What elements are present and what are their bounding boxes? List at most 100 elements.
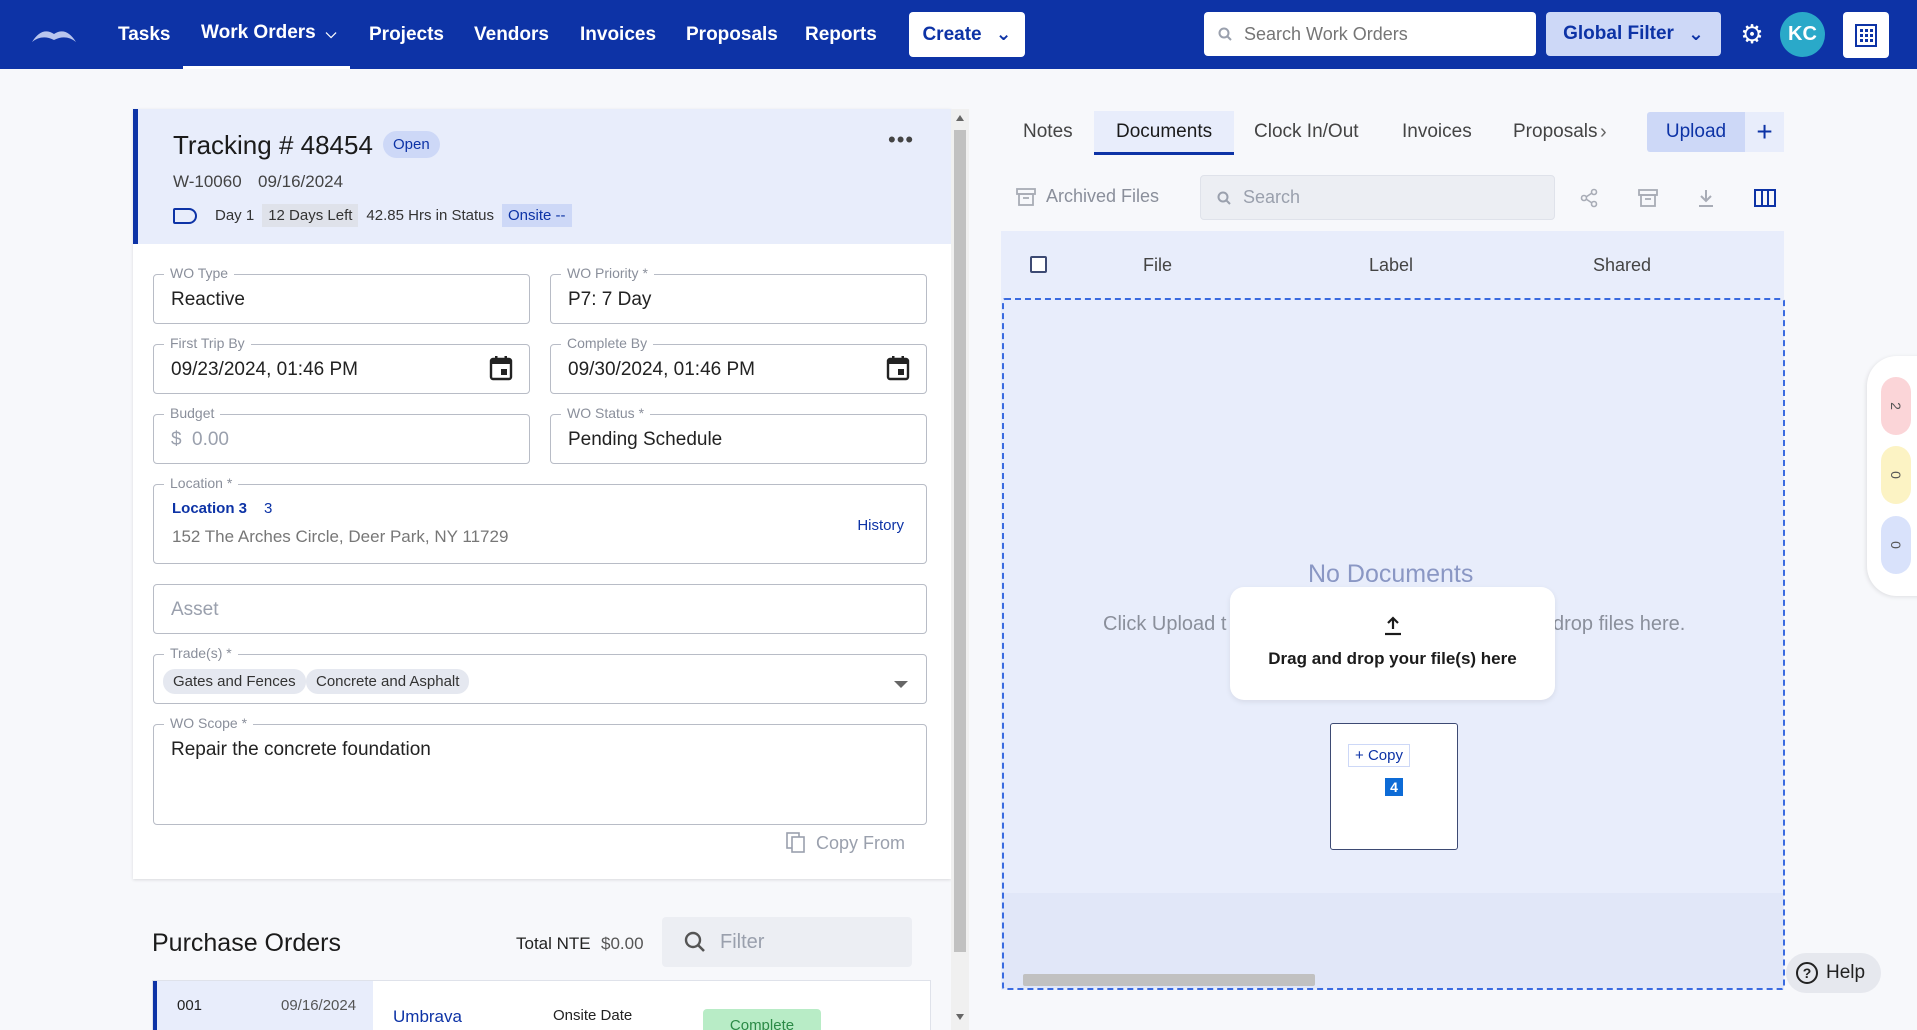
blue-counter-value: 0 — [1887, 541, 1904, 549]
nav-tasks[interactable]: Tasks — [118, 0, 170, 69]
upload-icon — [1385, 616, 1401, 636]
po-filter[interactable]: Filter — [662, 917, 912, 967]
trade-chip[interactable]: Gates and Fences — [163, 669, 306, 694]
nav-proposals[interactable]: Proposals — [686, 0, 778, 69]
gear-icon[interactable]: ⚙ — [1738, 20, 1766, 48]
tab-documents-label: Documents — [1116, 121, 1213, 142]
trades-field[interactable]: Trade(s) * Gates and Fences Concrete and… — [153, 645, 927, 704]
drag-drop-overlay[interactable]: Drag and drop your file(s) here — [1230, 587, 1555, 700]
tab-notes[interactable]: Notes — [1023, 111, 1073, 155]
tab-clock-in-out[interactable]: Clock In/Out — [1254, 111, 1359, 155]
brand-logo[interactable] — [30, 24, 78, 44]
scroll-down-icon[interactable] — [956, 1014, 964, 1020]
top-nav: Tasks Work Orders ⌵ Projects Vendors Inv… — [0, 0, 1917, 69]
nav-vendors[interactable]: Vendors — [474, 0, 549, 69]
work-order-search-input[interactable] — [1244, 23, 1514, 45]
yellow-counter[interactable]: 0 — [1881, 446, 1911, 504]
column-file[interactable]: File — [1143, 255, 1172, 276]
wo-priority-value: P7: 7 Day — [568, 289, 652, 310]
nav-projects[interactable]: Projects — [369, 0, 444, 69]
history-link[interactable]: History — [857, 517, 904, 534]
copy-icon — [786, 832, 805, 853]
chevron-down-icon: ⌵ — [325, 24, 337, 41]
chevron-down-icon: ⌄ — [1687, 23, 1704, 45]
table-row[interactable]: 001 09/16/2024 Umbrava Onsite Date Compl… — [152, 980, 931, 1030]
chevron-right-icon[interactable]: › — [1600, 121, 1607, 144]
global-filter-button[interactable]: Global Filter ⌄ — [1546, 12, 1721, 56]
nav-work-orders[interactable]: Work Orders ⌵ — [183, 0, 350, 69]
archive-icon[interactable] — [1636, 186, 1660, 210]
column-label[interactable]: Label — [1369, 255, 1413, 276]
red-counter[interactable]: 2 — [1881, 377, 1911, 435]
copy-from-button[interactable]: Copy From — [786, 832, 905, 854]
tab-proposals[interactable]: Proposals — [1513, 111, 1598, 155]
nav-reports[interactable]: Reports — [805, 0, 877, 69]
columns-icon[interactable] — [1753, 186, 1777, 210]
more-options-icon[interactable]: ••• — [888, 127, 914, 153]
po-vendor-link[interactable]: Umbrava — [393, 1007, 462, 1027]
tab-documents[interactable]: Documents — [1094, 111, 1235, 155]
create-button[interactable]: Create ⌄ — [909, 12, 1025, 57]
select-all-checkbox[interactable] — [1030, 256, 1047, 273]
total-nte-value: $0.00 — [601, 934, 644, 953]
column-shared[interactable]: Shared — [1593, 255, 1651, 276]
copy-indicator: + Copy — [1348, 744, 1410, 767]
wo-priority-label: WO Priority * — [561, 265, 654, 281]
first-trip-field[interactable]: First Trip By 09/23/2024, 01:46 PM — [153, 335, 530, 394]
wo-scope-field[interactable]: WO Scope * Repair the concrete foundatio… — [153, 715, 927, 825]
upload-button[interactable]: Upload — [1647, 112, 1745, 152]
first-trip-label: First Trip By — [164, 335, 251, 351]
wo-scope-label: WO Scope * — [164, 715, 254, 731]
day-label: Day 1 — [215, 207, 255, 224]
complete-by-field[interactable]: Complete By 09/30/2024, 01:46 PM — [550, 335, 927, 394]
hrs-in-status: 42.85 Hrs in Status — [366, 207, 494, 224]
left-scrollbar[interactable] — [951, 109, 969, 1030]
calendar-icon[interactable] — [489, 355, 513, 381]
tab-invoices[interactable]: Invoices — [1402, 111, 1472, 155]
avatar[interactable]: KC — [1780, 12, 1825, 57]
location-field[interactable]: Location * Location 3 3 152 The Arches C… — [153, 475, 927, 564]
purchase-orders-title: Purchase Orders — [152, 929, 341, 957]
building-icon[interactable] — [1843, 12, 1889, 58]
location-number: 3 — [264, 500, 273, 517]
chevron-down-icon: ⌄ — [995, 24, 1012, 45]
help-button[interactable]: ? Help — [1786, 953, 1881, 993]
documents-table-header: File Label Shared — [1001, 231, 1784, 297]
search-icon — [1217, 191, 1231, 205]
asset-placeholder: Asset — [171, 599, 219, 620]
location-name[interactable]: Location 3 — [172, 500, 247, 517]
horizontal-scrollbar[interactable] — [1020, 972, 1776, 986]
wo-scope-value: Repair the concrete foundation — [171, 739, 431, 760]
nav-work-orders-label: Work Orders — [201, 22, 316, 43]
work-order-date: 09/16/2024 — [258, 172, 344, 191]
asset-field[interactable]: Asset — [153, 584, 927, 634]
tab-proposals-label: Proposals — [1513, 121, 1598, 142]
work-order-header: Tracking # 48454 Open ••• W-10060 09/16/… — [133, 109, 951, 244]
share-icon[interactable] — [1577, 186, 1601, 210]
wo-type-field[interactable]: WO Type Reactive — [153, 265, 530, 324]
blue-counter[interactable]: 0 — [1881, 516, 1911, 574]
nav-reports-label: Reports — [805, 23, 877, 45]
complete-by-value: 09/30/2024, 01:46 PM — [568, 359, 755, 380]
copy-label: Copy — [1367, 747, 1403, 764]
document-search-placeholder: Search — [1243, 187, 1301, 207]
download-icon[interactable] — [1694, 186, 1718, 210]
nav-projects-label: Projects — [369, 23, 444, 45]
scrollbar-thumb[interactable] — [954, 130, 966, 952]
work-order-search[interactable] — [1204, 12, 1536, 56]
trades-label: Trade(s) * — [164, 645, 238, 661]
wo-status-field[interactable]: WO Status * Pending Schedule — [550, 405, 927, 464]
scrollbar-thumb[interactable] — [1023, 974, 1315, 986]
add-icon[interactable]: + — [1745, 112, 1784, 152]
wo-priority-field[interactable]: WO Priority * P7: 7 Day — [550, 265, 927, 324]
archived-files-button[interactable]: Archived Files — [1016, 186, 1159, 207]
nav-invoices-label: Invoices — [580, 23, 657, 45]
calendar-icon[interactable] — [886, 355, 910, 381]
budget-field[interactable]: Budget $ 0.00 — [153, 405, 530, 464]
caret-down-icon[interactable] — [894, 681, 908, 688]
document-search[interactable]: Search — [1200, 175, 1555, 220]
scroll-up-icon[interactable] — [956, 115, 964, 121]
nav-invoices[interactable]: Invoices — [580, 0, 656, 69]
work-order-number: W-10060 — [173, 172, 242, 191]
trade-chip[interactable]: Concrete and Asphalt — [306, 669, 470, 694]
